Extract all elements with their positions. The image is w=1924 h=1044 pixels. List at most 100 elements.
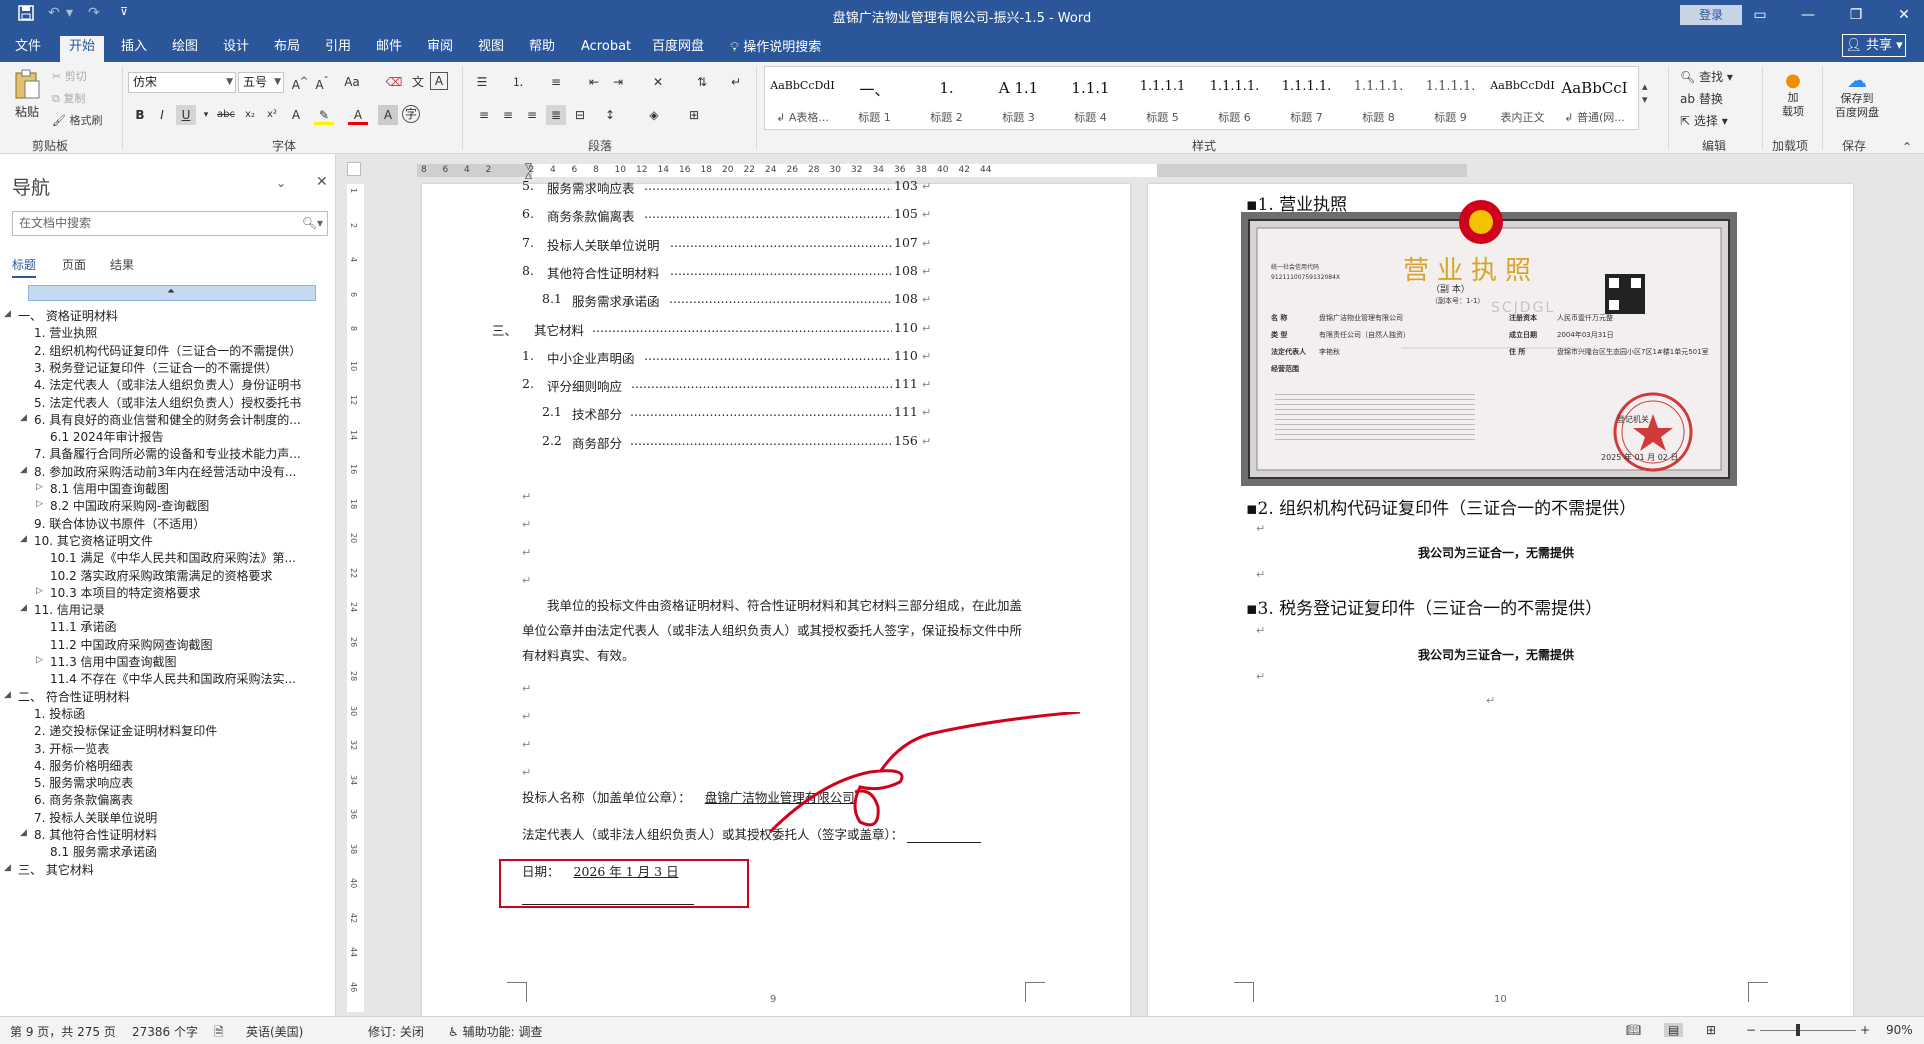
nav-heading-item[interactable]: ◢ 三、 其它材料 (0, 861, 330, 878)
character-border-icon[interactable]: A (430, 72, 448, 90)
styles-scroll-icon[interactable]: ▴ ▾ (1642, 80, 1648, 106)
minimize-icon[interactable]: — (1790, 3, 1826, 27)
nav-heading-item[interactable]: 10.1 满足《中华人民共和国政府采购法》第... (0, 549, 330, 566)
tab-references[interactable]: 引用 (316, 36, 360, 62)
underline-icon[interactable]: U (176, 105, 196, 125)
nav-heading-item[interactable]: ▷ 8.1 信用中国查询截图 (0, 480, 330, 497)
increase-indent-icon[interactable]: ⇥ (608, 72, 628, 92)
change-case-icon[interactable]: Aa (342, 72, 362, 92)
collapse-ribbon-icon[interactable]: ⌃ (1902, 140, 1912, 154)
nav-heading-item[interactable]: ◢ 10. 其它资格证明文件 (0, 532, 330, 549)
nav-heading-item[interactable]: 10.2 落实政府采购政策需满足的资格要求 (0, 567, 330, 584)
nav-tab-pages[interactable]: 页面 (62, 256, 86, 273)
font-size-combo[interactable]: 五号 ▼ (238, 72, 284, 93)
collapsed-triangle-icon[interactable]: ▷ (36, 499, 43, 509)
nav-heading-item[interactable]: 6.1 2024年审计报告 (0, 428, 330, 445)
page-count[interactable]: 第 9 页，共 275 页 (10, 1023, 116, 1040)
decrease-indent-icon[interactable]: ⇤ (584, 72, 604, 92)
style-item[interactable]: 1. 标题 2 (911, 67, 982, 129)
align-right-icon[interactable]: ≡ (522, 105, 542, 125)
zoom-slider-thumb[interactable] (1796, 1024, 1800, 1036)
phonetic-guide-icon[interactable]: 文 (408, 72, 428, 92)
language[interactable]: 英语(美国) (246, 1023, 303, 1040)
word-count[interactable]: 27386 个字 (132, 1023, 198, 1040)
style-item[interactable]: AaBbCcDdI ↲ A表格... (767, 67, 838, 129)
nav-heading-item[interactable]: 2. 组织机构代码证复印件（三证合一的不需提供） (0, 342, 330, 359)
distributed-icon[interactable]: ⊟ (570, 105, 590, 125)
expanded-triangle-icon[interactable]: ◢ (20, 828, 27, 838)
superscript-icon[interactable]: x² (262, 105, 282, 125)
toc-entry-link[interactable]: 商务条款偏离表 (547, 206, 635, 225)
borders-icon[interactable]: ⊞ (684, 105, 704, 125)
justify-icon[interactable]: ≣ (546, 105, 566, 125)
track-changes-status[interactable]: 修订: 关闭 (368, 1023, 424, 1040)
style-item[interactable]: 1.1.1.1 标题 5 (1127, 67, 1198, 129)
toc-entry-link[interactable]: 其它材料 (534, 320, 584, 339)
nav-heading-item[interactable]: 3. 税务登记证复印件（三证合一的不需提供） (0, 359, 330, 376)
vertical-ruler[interactable]: 1 2 4 6 8 10 12 14 16 18 20 22 24 26 28 30 32 34 36 38 40 42 4… (347, 184, 364, 1012)
page-10[interactable]: ▪1. 营业执照 营业执照 （副 本） （副本号：1-1） 统一社会信用代码 9… (1148, 184, 1853, 1016)
expanded-triangle-icon[interactable]: ◢ (4, 309, 11, 319)
collapsed-triangle-icon[interactable]: ▷ (36, 655, 43, 665)
print-layout-icon[interactable]: ▤ (1664, 1023, 1684, 1037)
tab-selector[interactable] (347, 162, 361, 176)
paste-button[interactable]: 粘贴 (10, 68, 44, 124)
nav-heading-item[interactable]: 1. 营业执照 (0, 324, 330, 341)
sort-icon[interactable]: ⇅ (692, 72, 712, 92)
toc-entry-link[interactable]: 商务部分 (572, 433, 622, 452)
zoom-slider[interactable] (1760, 1030, 1856, 1031)
show-marks-icon[interactable]: ↵ (726, 72, 746, 92)
subscript-icon[interactable]: x₂ (240, 105, 260, 125)
zoom-in-icon[interactable]: + (1860, 1023, 1870, 1037)
nav-heading-item[interactable]: ◢ 11. 信用记录 (0, 601, 330, 618)
nav-heading-item[interactable]: 5. 法定代表人（或非法人组织负责人）授权委托书 (0, 394, 330, 411)
expanded-triangle-icon[interactable]: ◢ (20, 534, 27, 544)
style-item[interactable]: 1.1.1.1. 标题 8 (1343, 67, 1414, 129)
maximize-icon[interactable]: ❐ (1838, 3, 1874, 27)
nav-heading-item[interactable]: 4. 服务价格明细表 (0, 757, 330, 774)
line-spacing-icon[interactable]: ↕ (600, 105, 620, 125)
tab-view[interactable]: 视图 (469, 36, 513, 62)
tab-draw[interactable]: 绘图 (163, 36, 207, 62)
cut-button[interactable]: ✂ 剪切 (52, 68, 87, 84)
chinese-layout-icon[interactable]: ✕ (648, 72, 668, 92)
enclose-characters-icon[interactable]: 字 (402, 105, 420, 123)
save-to-baidu-button[interactable]: ☁ 保存到 百度网盘 (1826, 68, 1888, 120)
style-item[interactable]: AaBbCcDdI 表内正文 (1487, 67, 1558, 129)
tab-insert[interactable]: 插入 (112, 36, 156, 62)
tab-mailings[interactable]: 邮件 (367, 36, 411, 62)
nav-heading-item[interactable]: 9. 联合体协议书原件（不适用） (0, 515, 330, 532)
font-color-icon[interactable]: A (348, 105, 368, 125)
close-icon[interactable]: ✕ (316, 174, 328, 190)
expanded-triangle-icon[interactable]: ◢ (4, 863, 11, 873)
tab-baidu-netdisk[interactable]: 百度网盘 (643, 36, 713, 62)
proofing-icon[interactable]: 🗎︎ (214, 1023, 224, 1044)
nav-heading-item[interactable]: 4. 法定代表人（或非法人组织负责人）身份证明书 (0, 376, 330, 393)
font-name-combo[interactable]: 仿宋 ▼ (128, 72, 236, 93)
multilevel-list-icon[interactable]: ≡ (546, 72, 566, 92)
highlight-icon[interactable]: ✎ (314, 105, 334, 125)
shading-icon[interactable]: ◈ (644, 105, 664, 125)
align-center-icon[interactable]: ≡ (498, 105, 518, 125)
nav-heading-item[interactable]: ▷ 10.3 本项目的特定资格要求 (0, 584, 330, 601)
nav-heading-item[interactable]: ◢ 一、 资格证明材料 (0, 307, 330, 324)
nav-tab-headings[interactable]: 标题 (12, 256, 37, 278)
expanded-triangle-icon[interactable]: ◢ (20, 413, 27, 423)
nav-heading-item[interactable]: 2. 递交投标保证金证明材料复印件 (0, 722, 330, 739)
character-shading-icon[interactable]: A (378, 105, 398, 125)
style-item[interactable]: A 1.1 标题 3 (983, 67, 1054, 129)
style-item[interactable]: 一、 标题 1 (839, 67, 910, 129)
nav-heading-item[interactable]: 11.4 不存在《中华人民共和国政府采购法实... (0, 670, 330, 687)
zoom-out-icon[interactable]: − (1746, 1023, 1756, 1037)
close-window-icon[interactable]: ✕ (1886, 3, 1922, 27)
nav-options-icon[interactable]: ⌄ (276, 176, 286, 190)
replace-button[interactable]: ab 替换 (1680, 90, 1723, 107)
nav-heading-item[interactable]: 5. 服务需求响应表 (0, 774, 330, 791)
style-item[interactable]: 1.1.1.1. 标题 7 (1271, 67, 1342, 129)
expanded-triangle-icon[interactable]: ◢ (20, 603, 27, 613)
nav-heading-item[interactable]: ◢ 8. 其他符合性证明材料 (0, 826, 330, 843)
tab-layout[interactable]: 布局 (265, 36, 309, 62)
numbering-icon[interactable]: ⒈ (508, 72, 528, 92)
web-layout-icon[interactable]: ⊞ (1706, 1023, 1716, 1037)
italic-icon[interactable]: I (152, 105, 172, 125)
